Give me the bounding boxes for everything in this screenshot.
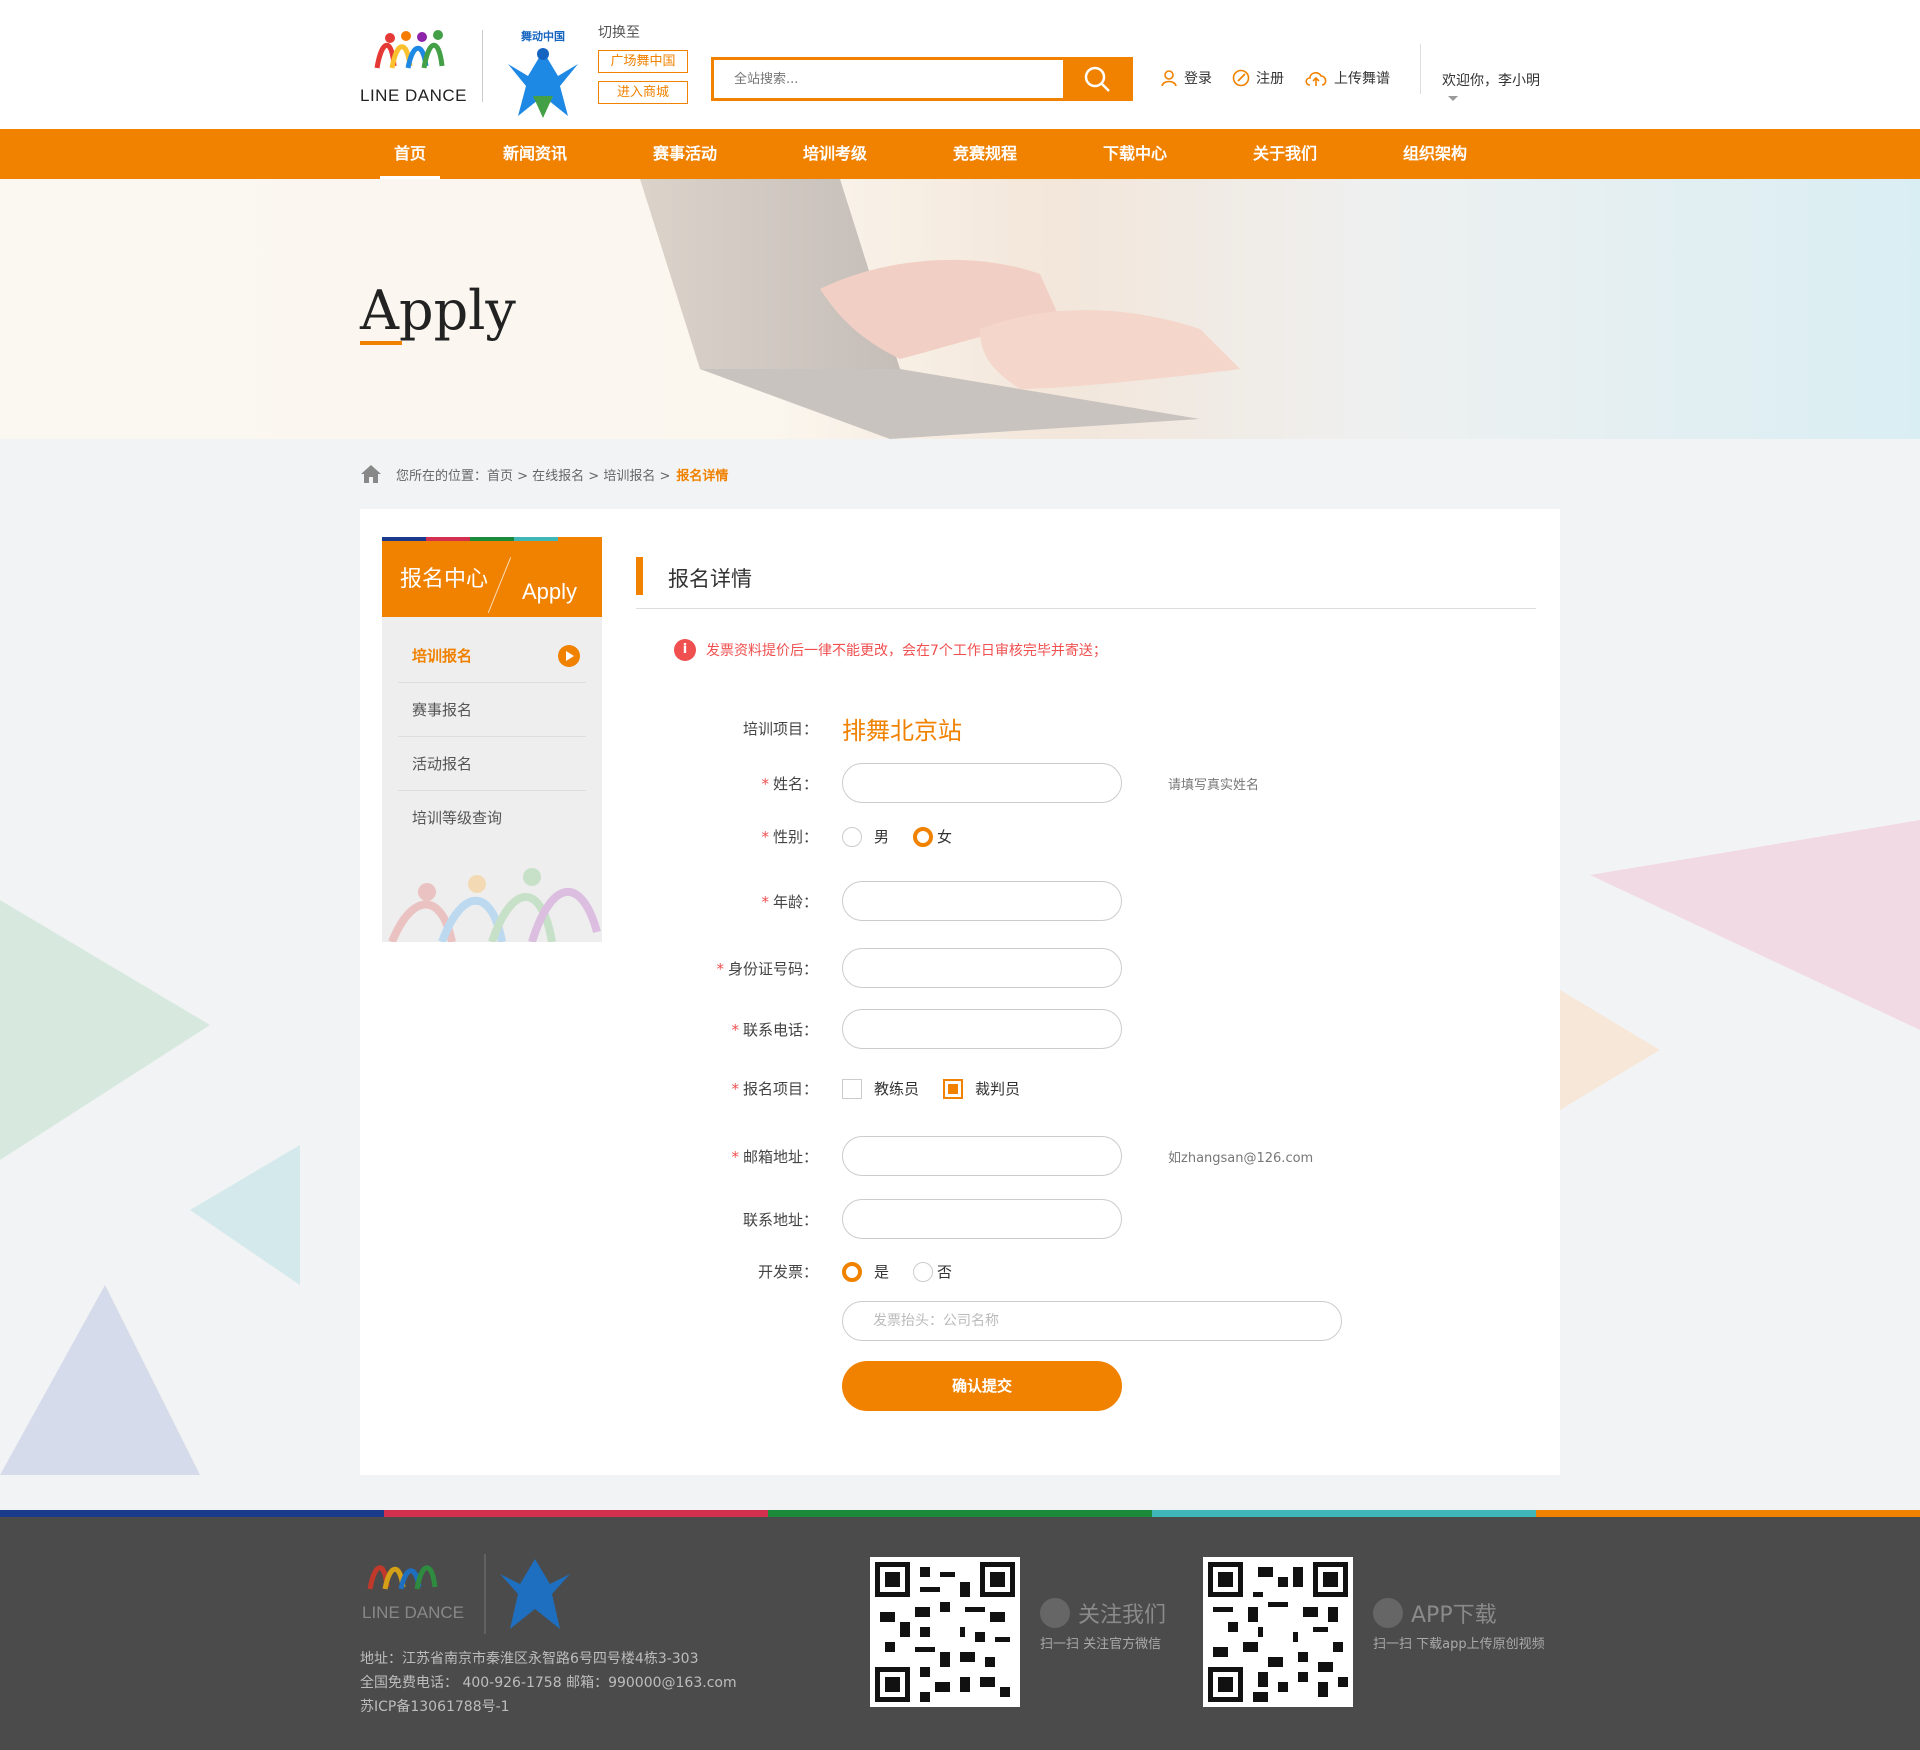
- app-qr-code: [1203, 1557, 1353, 1707]
- breadcrumb-current: 报名详情: [676, 468, 729, 484]
- notice: i 发票资料提价后一律不能更改，会在7个工作日审核完毕并寄送；: [674, 639, 1536, 661]
- gender-female-radio[interactable]: [913, 826, 934, 847]
- nav-events[interactable]: 赛事活动: [610, 129, 760, 179]
- follow-us: 关注我们 扫一扫 关注官方微信: [1040, 1597, 1166, 1652]
- row-age: * 年龄：: [636, 881, 1536, 921]
- footer-logo: LINE DANCE: [360, 1549, 600, 1639]
- line-dance-logo[interactable]: LINE DANCE: [360, 28, 470, 108]
- name-input[interactable]: [842, 763, 1122, 803]
- banner-title-underline: [360, 341, 402, 345]
- coach-checkbox[interactable]: [842, 1078, 862, 1099]
- row-item: * 报名项目： 教练员 裁判员: [731, 1078, 1021, 1099]
- search-button[interactable]: [1063, 60, 1130, 98]
- banner-title: Apply: [360, 279, 516, 342]
- sidebar: 报名中心 Apply 培训报名 赛事报名 活动报名 培训等级查询: [382, 537, 602, 942]
- dancing-china-logo[interactable]: 舞动中国: [498, 28, 588, 120]
- sidebar-item-activities[interactable]: 活动报名: [398, 737, 586, 791]
- sidebar-header: 报名中心 Apply: [382, 541, 602, 617]
- phone-icon: [1373, 1598, 1403, 1628]
- row-id: * 身份证号码：: [636, 948, 1536, 988]
- row-phone: * 联系电话：: [636, 1009, 1536, 1049]
- content-panel: 报名中心 Apply 培训报名 赛事报名 活动报名 培训等级查询 报名详情 i …: [360, 509, 1560, 1475]
- wechat-qr-code: [870, 1557, 1020, 1707]
- nav-about[interactable]: 关于我们: [1210, 129, 1360, 179]
- invoice-yes-radio[interactable]: [842, 1261, 862, 1282]
- row-invoice: 开发票： 是 否: [757, 1261, 953, 1282]
- invoice-no-radio[interactable]: [913, 1261, 934, 1282]
- register-link[interactable]: 注册: [1232, 68, 1284, 88]
- row-project: 培训项目： 排舞北京站: [636, 711, 1536, 746]
- user-icon: [1161, 70, 1177, 87]
- row-gender: * 性别： 男 女: [761, 826, 953, 847]
- login-link[interactable]: 登录: [1160, 68, 1212, 88]
- apply-form-area: 报名详情 i 发票资料提价后一律不能更改，会在7个工作日审核完毕并寄送； 培训项…: [636, 557, 1536, 1411]
- logo-divider: [482, 30, 483, 102]
- email-input[interactable]: [842, 1136, 1122, 1176]
- row-name: * 姓名： 请填写真实姓名: [636, 763, 1536, 803]
- nav-organization[interactable]: 组织架构: [1360, 129, 1510, 179]
- nav-rules[interactable]: 竞赛规程: [910, 129, 1060, 179]
- submit-button[interactable]: 确认提交: [842, 1361, 1122, 1411]
- switch-square-dance-button[interactable]: 广场舞中国: [598, 50, 688, 73]
- search-bar: [711, 57, 1133, 101]
- main-nav: 首页 新闻资讯 赛事活动 培训考级 竞赛规程 下载中心 关于我们 组织架构: [0, 129, 1920, 179]
- sidebar-dancers-watermark: [388, 868, 601, 942]
- invoice-title-input[interactable]: 发票抬头：公司名称: [842, 1301, 1342, 1341]
- page-banner: Apply: [0, 179, 1920, 439]
- edit-icon: [1232, 69, 1250, 87]
- header-divider: [1420, 44, 1421, 94]
- home-icon[interactable]: [360, 464, 382, 484]
- info-icon: i: [674, 639, 696, 661]
- gender-male-radio[interactable]: [842, 826, 862, 847]
- title-marker: [636, 557, 643, 595]
- address-input[interactable]: [842, 1199, 1122, 1239]
- enter-mall-button[interactable]: 进入商城: [598, 81, 688, 104]
- upload-link[interactable]: 上传舞谱: [1304, 68, 1390, 88]
- row-invoice-title: 发票抬头：公司名称: [636, 1301, 1536, 1341]
- id-number-input[interactable]: [842, 948, 1122, 988]
- sidebar-item-training[interactable]: 培训报名: [398, 629, 586, 683]
- user-menu[interactable]: 欢迎你，李小明: [1442, 70, 1560, 106]
- app-download: APP下载 扫一扫 下载app上传原创视频: [1373, 1597, 1545, 1652]
- nav-home[interactable]: 首页: [360, 129, 460, 179]
- row-submit: 确认提交: [636, 1361, 1536, 1411]
- section-title: 报名详情: [636, 557, 1536, 609]
- project-value: 排舞北京站: [842, 717, 962, 745]
- phone-input[interactable]: [842, 1009, 1122, 1049]
- wechat-icon: [1040, 1598, 1070, 1628]
- cloud-upload-icon: [1305, 72, 1327, 86]
- age-input[interactable]: [842, 881, 1122, 921]
- search-input[interactable]: [714, 60, 1063, 98]
- sidebar-header-slash: [487, 556, 512, 614]
- footer-color-strip: [0, 1510, 1920, 1517]
- nav-downloads[interactable]: 下载中心: [1060, 129, 1210, 179]
- breadcrumb: 您所在的位置：首页 > 在线报名 > 培训报名 > 报名详情: [360, 439, 1560, 509]
- user-links: 登录 注册 上传舞谱: [1160, 68, 1390, 88]
- site-switcher: 切换至 广场舞中国 进入商城: [598, 22, 688, 104]
- referee-checkbox[interactable]: [943, 1078, 964, 1099]
- site-header: LINE DANCE 舞动中国 切换至 广场舞中国 进入商城 登录: [0, 0, 1920, 129]
- search-icon: [1084, 66, 1110, 92]
- row-email: * 邮箱地址： 如zhangsan@126.com: [636, 1136, 1536, 1176]
- sidebar-item-level-query[interactable]: 培训等级查询: [398, 791, 586, 845]
- site-footer: LINE DANCE 地址：江苏省南京市秦淮区永智路6号四号楼4栋3-303 全…: [0, 1517, 1920, 1750]
- nav-news[interactable]: 新闻资讯: [460, 129, 610, 179]
- nav-training[interactable]: 培训考级: [760, 129, 910, 179]
- play-arrow-icon: [558, 645, 580, 667]
- breadcrumb-path[interactable]: 您所在的位置：首页 > 在线报名 > 培训报名 >: [396, 465, 670, 484]
- caret-down-icon: [1448, 95, 1458, 101]
- row-address: 联系地址：: [636, 1199, 1536, 1239]
- footer-info: 地址：江苏省南京市秦淮区永智路6号四号楼4栋3-303 全国免费电话： 400-…: [360, 1651, 737, 1715]
- sidebar-item-events[interactable]: 赛事报名: [398, 683, 586, 737]
